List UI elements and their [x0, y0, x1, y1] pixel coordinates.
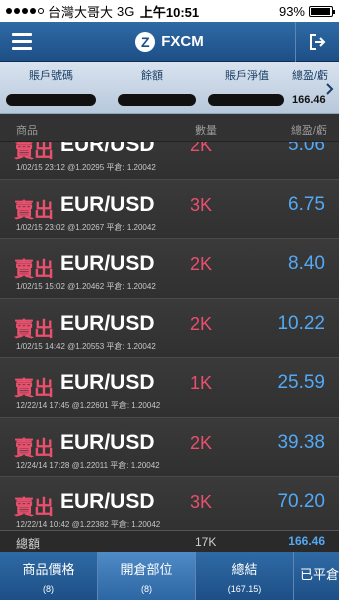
tab-count: (167.15): [227, 583, 262, 594]
tab-label: 開倉部位: [120, 561, 173, 577]
total-profit-loss: 166.46: [288, 534, 325, 548]
position-row[interactable]: 賣出 EUR/USD 1/02/15 23:02 @1.20267 平倉: 1.…: [0, 179, 339, 239]
status-bar: 台灣大哥大 3G 上午10:51 93%: [0, 0, 339, 22]
tab-count: (8): [141, 583, 152, 594]
tab-count: (8): [43, 583, 54, 594]
trade-details: 1/02/15 23:02 @1.20267 平倉: 1.20042: [16, 222, 156, 232]
quantity: 2K: [190, 142, 213, 155]
app-header: Z FXCM: [0, 21, 339, 62]
side-label: 賣出: [14, 378, 54, 400]
column-product: 商品: [16, 125, 38, 137]
brand: Z FXCM: [44, 31, 295, 52]
battery-icon: [309, 5, 335, 17]
quantity: 1K: [190, 373, 213, 393]
redacted-balance: [118, 94, 196, 106]
trade-details: 12/22/14 10:42 @1.22382 平倉: 1.20042: [16, 520, 161, 529]
currency-pair: EUR/USD: [60, 192, 155, 216]
currency-pair: EUR/USD: [60, 311, 155, 335]
position-row[interactable]: 賣出 EUR/USD 12/22/14 17:45 @1.22601 平倉: 1…: [0, 358, 339, 418]
column-header: 商品 數量 總盈/虧: [0, 114, 339, 142]
logout-icon: [309, 33, 325, 50]
balance-label: 餘額: [141, 70, 163, 82]
tab-open-positions[interactable]: 開倉部位 (8): [98, 552, 196, 600]
currency-pair: EUR/USD: [60, 430, 155, 454]
battery-percent: 93%: [278, 3, 305, 19]
side-label: 賣出: [14, 497, 54, 519]
account-number-label: 賬戶號碼: [29, 70, 73, 82]
tab-label: 已平倉: [300, 566, 339, 582]
tab-closed-positions[interactable]: 已平倉: [294, 552, 339, 600]
positions-list[interactable]: 賣出 EUR/USD 1/02/15 23:12 @1.20295 平倉: 1.…: [0, 142, 339, 530]
position-row[interactable]: 賣出 EUR/USD 12/24/14 17:28 @1.22011 平倉: 1…: [0, 417, 339, 477]
signal-strength-icon: [6, 8, 44, 14]
quantity: 2K: [190, 432, 213, 453]
profit-loss: 70.20: [277, 491, 325, 512]
profit-loss: 10.22: [277, 312, 325, 334]
profit-loss: 6.75: [288, 193, 325, 215]
position-row[interactable]: 賣出 EUR/USD 1/02/15 14:42 @1.20553 平倉: 1.…: [0, 298, 339, 358]
redacted-account-number: [6, 94, 96, 106]
currency-pair: EUR/USD: [60, 490, 155, 513]
profit-loss: 39.38: [277, 431, 325, 453]
trade-details: 1/02/15 14:42 @1.20553 平倉: 1.20042: [16, 341, 156, 351]
profit-loss: 25.59: [277, 372, 325, 393]
currency-pair: EUR/USD: [60, 142, 155, 156]
fxcm-logo-icon: Z: [135, 31, 156, 52]
currency-pair: EUR/USD: [60, 252, 155, 275]
trade-details: 12/24/14 17:28 @1.22011 平倉: 1.20042: [16, 460, 160, 470]
profit-loss: 8.40: [288, 253, 325, 274]
quantity: 3K: [190, 492, 213, 512]
trade-details: 12/22/14 17:45 @1.22601 平倉: 1.20042: [16, 401, 161, 410]
position-row[interactable]: 賣出 EUR/USD 12/22/14 10:42 @1.22382 平倉: 1…: [0, 477, 339, 530]
logout-button[interactable]: [295, 21, 339, 62]
chevron-right-icon[interactable]: [323, 80, 337, 98]
tab-summary[interactable]: 總結 (167.15): [196, 552, 294, 600]
account-summary[interactable]: 賬戶號碼 餘額 賬戶淨值 總盈/虧 166.46: [0, 62, 339, 114]
bottom-tab-bar: 商品價格 (8) 開倉部位 (8) 總結 (167.15) 已平倉: [0, 552, 339, 600]
quantity: 2K: [190, 313, 213, 334]
tab-label: 商品價格: [22, 561, 75, 577]
side-label: 賣出: [14, 259, 54, 281]
column-quantity: 數量: [195, 125, 217, 137]
total-quantity: 17K: [195, 535, 217, 549]
position-row[interactable]: 賣出 EUR/USD 1/02/15 15:02 @1.20462 平倉: 1.…: [0, 239, 339, 299]
carrier-name: 台灣大哥大: [48, 4, 114, 20]
side-label: 賣出: [14, 437, 54, 460]
brand-name: FXCM: [161, 33, 204, 50]
network-type: 3G: [117, 3, 135, 19]
side-label: 賣出: [14, 142, 54, 162]
side-label: 賣出: [14, 199, 54, 222]
profit-loss: 5.06: [288, 142, 325, 155]
quantity: 3K: [190, 194, 213, 215]
position-row[interactable]: 賣出 EUR/USD 1/02/15 23:12 @1.20295 平倉: 1.…: [0, 142, 339, 180]
currency-pair: EUR/USD: [60, 371, 155, 394]
trade-details: 1/02/15 15:02 @1.20462 平倉: 1.20042: [16, 282, 156, 291]
column-pl: 總盈/虧: [290, 125, 327, 137]
tab-prices[interactable]: 商品價格 (8): [0, 552, 98, 600]
tab-label: 總結: [231, 561, 258, 577]
hamburger-menu-icon[interactable]: [0, 22, 44, 62]
total-label: 總額: [16, 537, 41, 551]
side-label: 賣出: [14, 318, 54, 341]
quantity: 2K: [190, 254, 213, 274]
total-row: 總額 17K 166.46: [0, 530, 339, 552]
trade-details: 1/02/15 23:12 @1.20295 平倉: 1.20042: [16, 163, 156, 172]
redacted-equity: [208, 94, 284, 106]
equity-label: 賬戶淨值: [225, 70, 269, 82]
